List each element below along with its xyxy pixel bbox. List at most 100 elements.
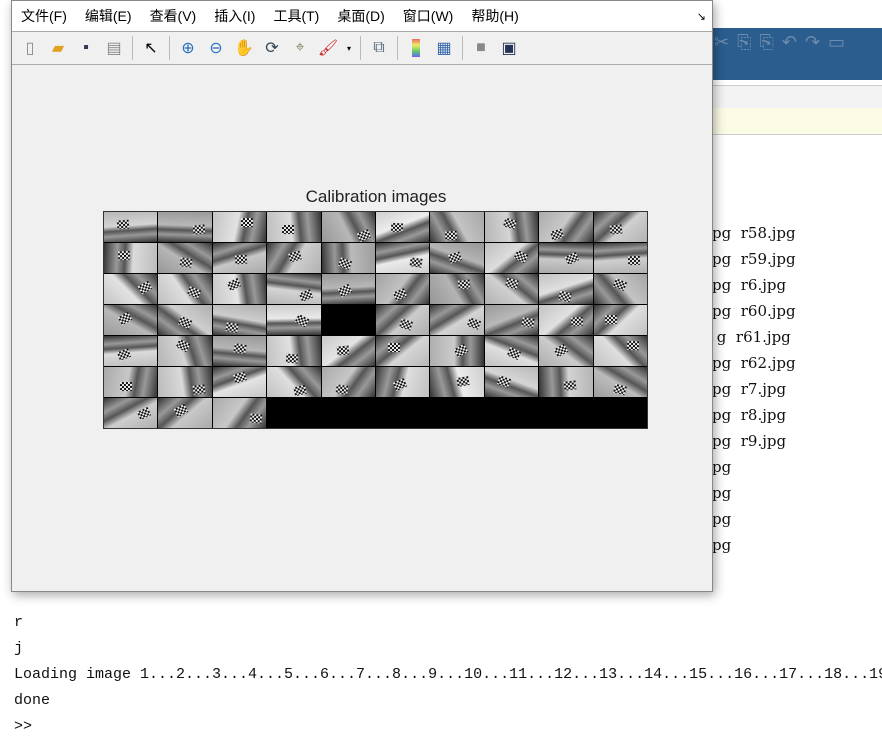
checkerboard bbox=[627, 341, 640, 351]
cmd-line: r bbox=[14, 614, 24, 631]
menu-file[interactable]: 文件(F) bbox=[21, 6, 67, 26]
command-window[interactable]: r j Loading image 1...2...3...4...5...6.… bbox=[14, 610, 882, 740]
calibration-image-mosaic bbox=[103, 211, 648, 429]
calibration-image-tile bbox=[593, 243, 647, 273]
checkerboard bbox=[453, 343, 469, 357]
calibration-image-tile bbox=[158, 243, 212, 273]
calibration-image-tile bbox=[212, 212, 267, 242]
menu-edit[interactable]: 编辑(E) bbox=[85, 6, 132, 26]
calibration-image-tile bbox=[484, 243, 539, 273]
checkerboard bbox=[356, 228, 372, 242]
file-list-row: pg r7.jpg bbox=[712, 380, 787, 398]
checkerboard bbox=[338, 283, 353, 298]
calibration-image-tile bbox=[267, 367, 321, 397]
calibration-image-tile bbox=[158, 398, 212, 428]
checkerboard bbox=[388, 343, 401, 353]
dock-icon[interactable]: ↘ bbox=[697, 10, 706, 23]
checkerboard bbox=[226, 277, 241, 291]
menu-view[interactable]: 查看(V) bbox=[150, 6, 197, 26]
calibration-image-tile bbox=[593, 274, 647, 304]
save-icon[interactable]: ▪ bbox=[75, 37, 97, 59]
command-prompt[interactable]: >> bbox=[14, 714, 882, 740]
zoom-out-icon[interactable]: ⊖ bbox=[205, 37, 227, 59]
print-icon[interactable]: ▤ bbox=[103, 37, 125, 59]
calibration-image-tile bbox=[321, 274, 375, 304]
calibration-image-tile bbox=[484, 305, 539, 335]
checkerboard bbox=[117, 311, 133, 326]
calibration-image-tile bbox=[484, 274, 539, 304]
empty-tile bbox=[376, 398, 430, 428]
calibration-image-tile bbox=[158, 336, 212, 366]
calibration-image-tile bbox=[158, 212, 212, 242]
checkerboard bbox=[137, 280, 153, 295]
calibration-image-tile bbox=[321, 336, 375, 366]
show-plot-tools-icon[interactable]: ▣ bbox=[498, 37, 520, 59]
calibration-image-tile bbox=[376, 367, 430, 397]
open-icon[interactable]: ▰ bbox=[47, 37, 69, 59]
calibration-image-tile bbox=[484, 212, 539, 242]
checkerboard bbox=[612, 278, 627, 291]
calibration-image-tile bbox=[267, 305, 321, 335]
menu-window[interactable]: 窗口(W) bbox=[403, 6, 454, 26]
calibration-image-tile bbox=[539, 367, 593, 397]
checkerboard bbox=[233, 371, 248, 384]
menu-help[interactable]: 帮助(H) bbox=[471, 6, 518, 26]
calibration-image-tile bbox=[212, 243, 267, 273]
checkerboard bbox=[192, 224, 206, 235]
checkerboard bbox=[116, 219, 130, 230]
legend-icon[interactable]: ▦ bbox=[433, 37, 455, 59]
file-list-row: pg r6.jpg bbox=[712, 276, 787, 294]
menu-insert[interactable]: 插入(I) bbox=[214, 6, 255, 26]
calibration-image-tile bbox=[430, 243, 484, 273]
calibration-image-tile bbox=[321, 212, 375, 242]
calibration-image-tile bbox=[539, 243, 593, 273]
calibration-image-tile bbox=[539, 305, 593, 335]
current-folder-bar bbox=[712, 85, 882, 109]
checkerboard bbox=[335, 384, 349, 395]
brush-icon[interactable]: 🖌 bbox=[317, 37, 339, 59]
empty-tile bbox=[593, 398, 647, 428]
pan-hand-icon[interactable]: ✋ bbox=[233, 37, 255, 59]
zoom-in-icon[interactable]: ⊕ bbox=[177, 37, 199, 59]
colorbar-icon[interactable] bbox=[405, 37, 427, 59]
checkerboard bbox=[497, 375, 512, 389]
calibration-image-tile bbox=[376, 243, 430, 273]
checkerboard bbox=[550, 228, 565, 241]
checkerboard bbox=[249, 413, 263, 424]
calibration-image-tile bbox=[212, 305, 267, 335]
empty-tile bbox=[484, 398, 539, 428]
data-cursor-icon[interactable]: ⌖ bbox=[289, 37, 311, 59]
menu-desktop[interactable]: 桌面(D) bbox=[337, 6, 384, 26]
calibration-image-tile bbox=[430, 367, 484, 397]
calibration-image-tile bbox=[321, 243, 375, 273]
hide-plot-tools-icon[interactable]: ■ bbox=[470, 37, 492, 59]
checkerboard bbox=[398, 318, 413, 331]
checkerboard bbox=[570, 316, 584, 327]
calibration-image-tile bbox=[539, 212, 593, 242]
separator bbox=[462, 36, 463, 60]
rotate-3d-icon[interactable]: ⟳ bbox=[261, 37, 283, 59]
checkerboard bbox=[392, 378, 408, 392]
calibration-image-tile bbox=[430, 305, 484, 335]
separator bbox=[132, 36, 133, 60]
checkerboard bbox=[563, 379, 577, 391]
checkerboard bbox=[241, 217, 254, 228]
checkerboard bbox=[120, 382, 133, 392]
checkerboard bbox=[613, 383, 628, 396]
calibration-image-tile bbox=[104, 398, 158, 428]
pointer-icon[interactable]: ↖ bbox=[140, 37, 162, 59]
checkerboard bbox=[336, 345, 349, 356]
link-icon[interactable]: ⧉ bbox=[368, 37, 390, 59]
checkerboard bbox=[175, 339, 191, 353]
brush-dropdown-icon[interactable]: ▾ bbox=[345, 37, 353, 59]
file-list-row: pg r62.jpg bbox=[712, 354, 796, 372]
separator bbox=[397, 36, 398, 60]
checkerboard bbox=[503, 217, 518, 230]
new-file-icon[interactable]: ▯ bbox=[19, 37, 41, 59]
menu-tools[interactable]: 工具(T) bbox=[273, 6, 319, 26]
file-list-row: pg r9.jpg bbox=[712, 432, 787, 450]
calibration-image-tile bbox=[430, 274, 484, 304]
cmd-line: done bbox=[14, 692, 51, 709]
file-list-row: pg bbox=[712, 510, 741, 528]
calibration-image-tile bbox=[321, 367, 375, 397]
